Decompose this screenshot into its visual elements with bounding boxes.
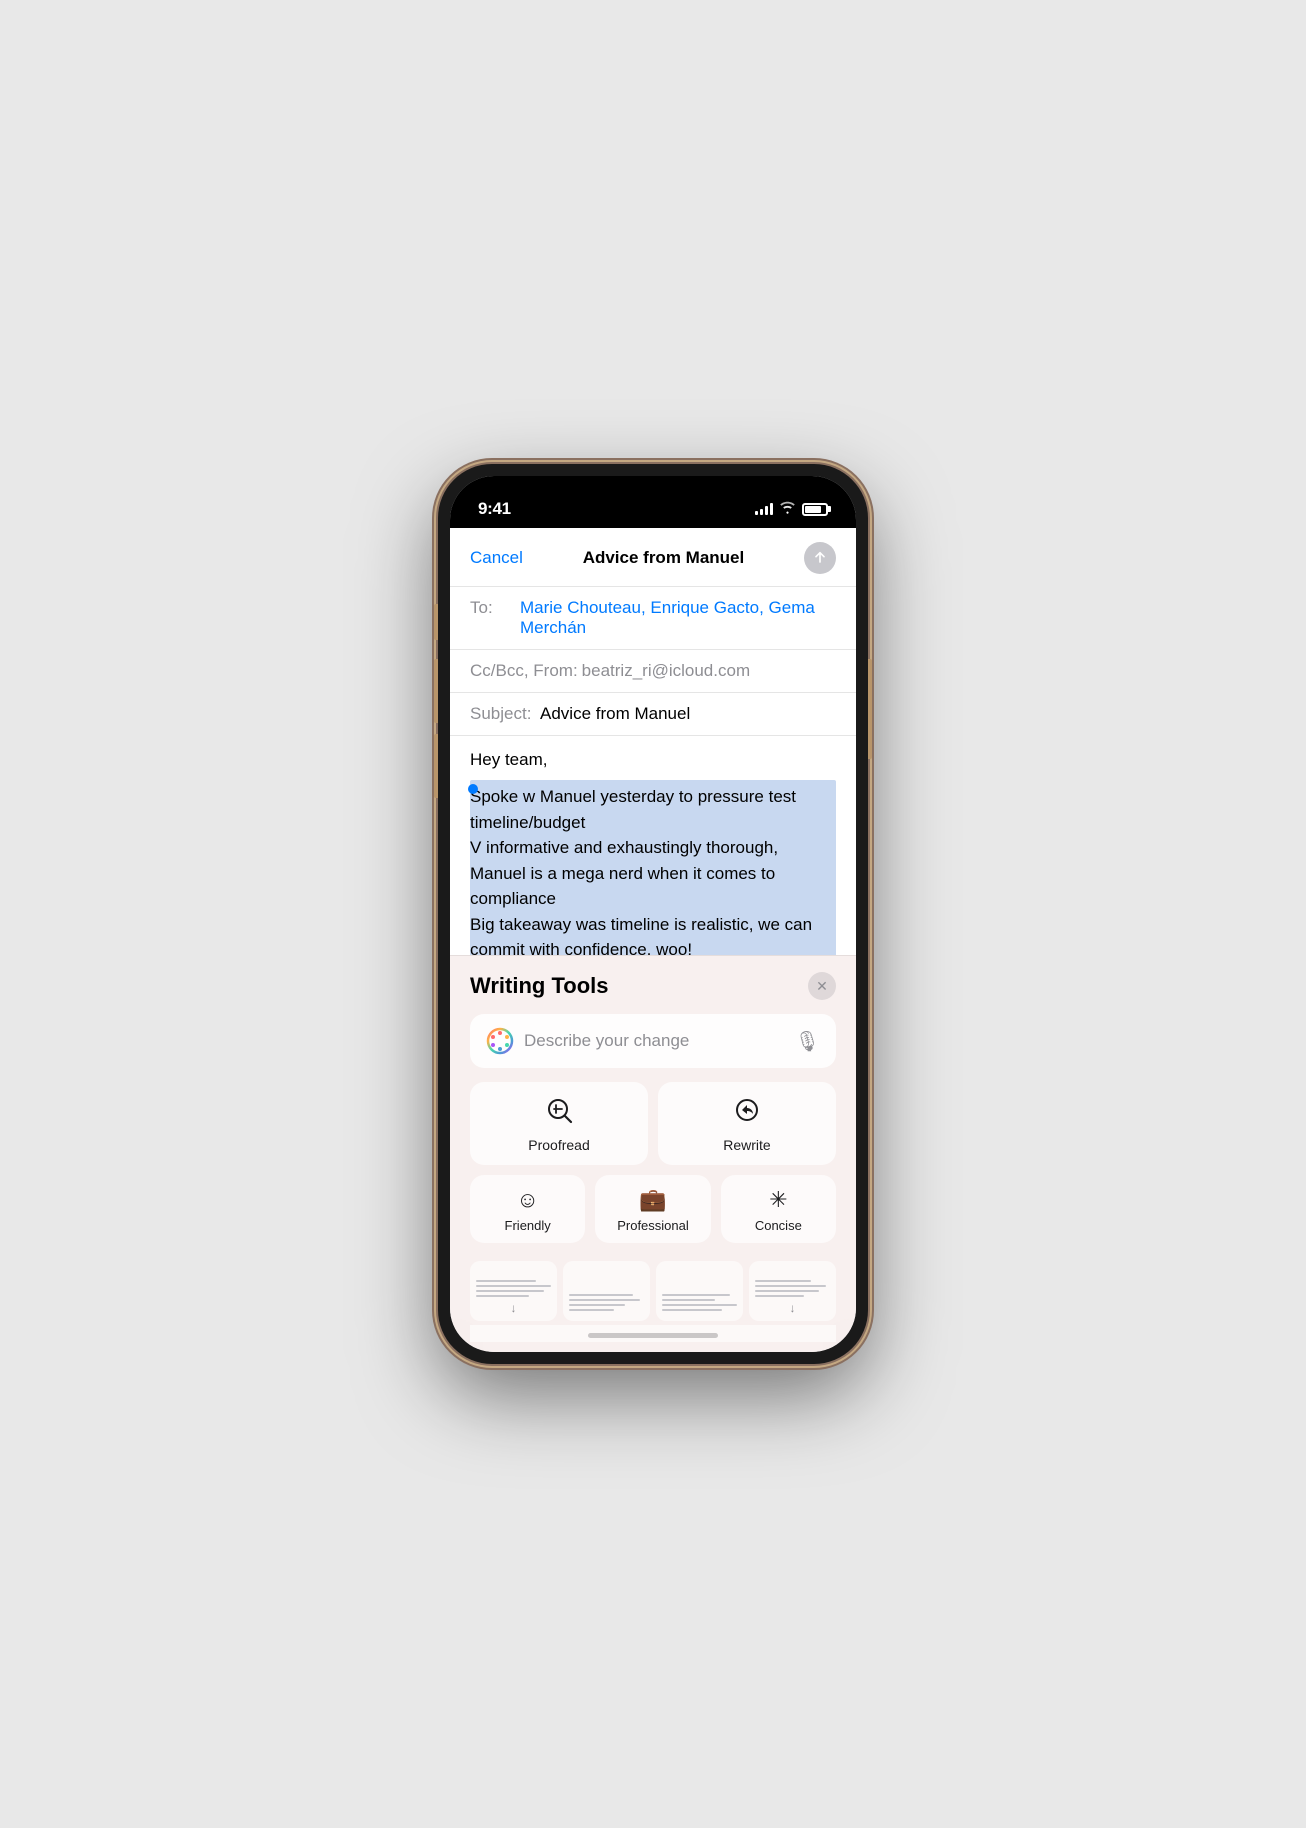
describe-change-input[interactable]: Describe your change 🎙 [470, 1014, 836, 1068]
professional-icon: 💼 [639, 1187, 666, 1213]
thumbnail-4[interactable]: ↓ [749, 1261, 836, 1321]
phone-screen: 9:41 [450, 476, 856, 1352]
thumb-line [569, 1309, 614, 1311]
concise-button[interactable]: ✳ Concise [721, 1175, 836, 1243]
thumb-line [476, 1295, 529, 1297]
rewrite-button[interactable]: Rewrite [658, 1082, 836, 1165]
send-button[interactable] [804, 542, 836, 574]
signal-bar-1 [755, 511, 758, 515]
apple-intelligence-icon [486, 1027, 514, 1055]
status-time: 9:41 [478, 499, 511, 519]
concise-label: Concise [755, 1218, 802, 1233]
status-icons [755, 501, 828, 517]
send-icon [812, 550, 828, 566]
cancel-button[interactable]: Cancel [470, 548, 523, 568]
wifi-icon [779, 501, 796, 517]
thumb-line [569, 1299, 640, 1301]
selected-text-block[interactable]: Spoke w Manuel yesterday to pressure tes… [470, 780, 836, 955]
selection-handle-icon [468, 784, 478, 794]
email-section: Cancel Advice from Manuel To: Marie Chou… [450, 528, 856, 955]
thumb-line [569, 1294, 633, 1296]
cc-label: Cc/Bcc, From: [470, 661, 578, 681]
rewrite-icon [733, 1096, 761, 1131]
thumb-line [662, 1309, 722, 1311]
email-header: Cancel Advice from Manuel [450, 528, 856, 587]
email-title: Advice from Manuel [583, 548, 745, 568]
thumb-line [755, 1280, 811, 1282]
volume-down-button[interactable] [434, 734, 438, 798]
email-body[interactable]: Hey team, Spoke w Manuel yesterday to pr… [450, 736, 856, 955]
proofread-label: Proofread [528, 1137, 589, 1153]
thumbnail-3[interactable] [656, 1261, 743, 1321]
writing-tools-title: Writing Tools [470, 973, 609, 999]
recipients-field[interactable]: Marie Chouteau, Enrique Gacto, Gema Merc… [520, 598, 836, 638]
friendly-icon: ☺ [516, 1187, 538, 1213]
tone-row: ☺ Friendly 💼 Professional ✳ Concise [470, 1175, 836, 1243]
close-icon: ✕ [816, 978, 828, 995]
volume-up-button[interactable] [434, 659, 438, 723]
writing-tools-panel: Writing Tools ✕ [450, 955, 856, 1352]
thumb-line [476, 1285, 551, 1287]
to-field-row: To: Marie Chouteau, Enrique Gacto, Gema … [450, 587, 856, 650]
thumb-line [662, 1299, 715, 1301]
thumb-line [476, 1290, 544, 1292]
thumb-arrow-icon-1: ↓ [511, 1301, 517, 1315]
thumb-lines-2 [569, 1294, 644, 1311]
thumbnail-1[interactable]: ↓ [470, 1261, 557, 1321]
home-indicator [470, 1325, 836, 1342]
thumb-lines-4 [755, 1280, 830, 1297]
friendly-label: Friendly [505, 1218, 551, 1233]
screen-content: 9:41 [450, 476, 856, 1352]
thumbnail-2[interactable] [563, 1261, 650, 1321]
from-email: beatriz_ri@icloud.com [582, 661, 750, 681]
subject-value[interactable]: Advice from Manuel [540, 704, 690, 724]
professional-label: Professional [617, 1218, 689, 1233]
thumb-line [662, 1304, 737, 1306]
proofread-icon [545, 1096, 573, 1131]
to-label: To: [470, 598, 520, 618]
thumb-line [755, 1295, 804, 1297]
cc-field-row: Cc/Bcc, From: beatriz_ri@icloud.com [450, 650, 856, 693]
rewrite-label: Rewrite [723, 1137, 770, 1153]
body-text: Spoke w Manuel yesterday to pressure tes… [470, 784, 836, 955]
microphone-icon[interactable]: 🎙 [795, 1029, 820, 1054]
thumb-line [662, 1294, 730, 1296]
subject-label: Subject: [470, 704, 540, 724]
thumb-line [755, 1290, 819, 1292]
describe-placeholder: Describe your change [524, 1031, 785, 1051]
thumb-lines-1 [476, 1280, 551, 1297]
thumb-line [476, 1280, 536, 1282]
concise-icon: ✳ [769, 1187, 787, 1213]
thumb-line [569, 1304, 625, 1306]
proofread-button[interactable]: Proofread [470, 1082, 648, 1165]
phone-wrapper: 9:41 [438, 464, 868, 1364]
main-tools-row: Proofread Rewrite [470, 1082, 836, 1165]
mute-button[interactable] [434, 604, 438, 640]
battery-fill [805, 506, 821, 513]
thumb-arrow-icon-4: ↓ [790, 1301, 796, 1315]
body-greeting: Hey team, [470, 750, 836, 770]
power-button[interactable] [868, 659, 872, 759]
signal-bars-icon [755, 503, 773, 515]
signal-bar-4 [770, 503, 773, 515]
thumb-line [755, 1285, 826, 1287]
bottom-thumbnails: ↓ [470, 1255, 836, 1325]
status-bar: 9:41 [450, 476, 856, 528]
professional-button[interactable]: 💼 Professional [595, 1175, 710, 1243]
battery-icon [802, 503, 828, 516]
subject-field-row: Subject: Advice from Manuel [450, 693, 856, 736]
thumb-lines-3 [662, 1294, 737, 1311]
signal-bar-3 [765, 506, 768, 515]
writing-tools-close-button[interactable]: ✕ [808, 972, 836, 1000]
dynamic-island [593, 488, 713, 522]
friendly-button[interactable]: ☺ Friendly [470, 1175, 585, 1243]
writing-tools-header: Writing Tools ✕ [470, 972, 836, 1000]
home-bar [588, 1333, 718, 1338]
signal-bar-2 [760, 509, 763, 515]
